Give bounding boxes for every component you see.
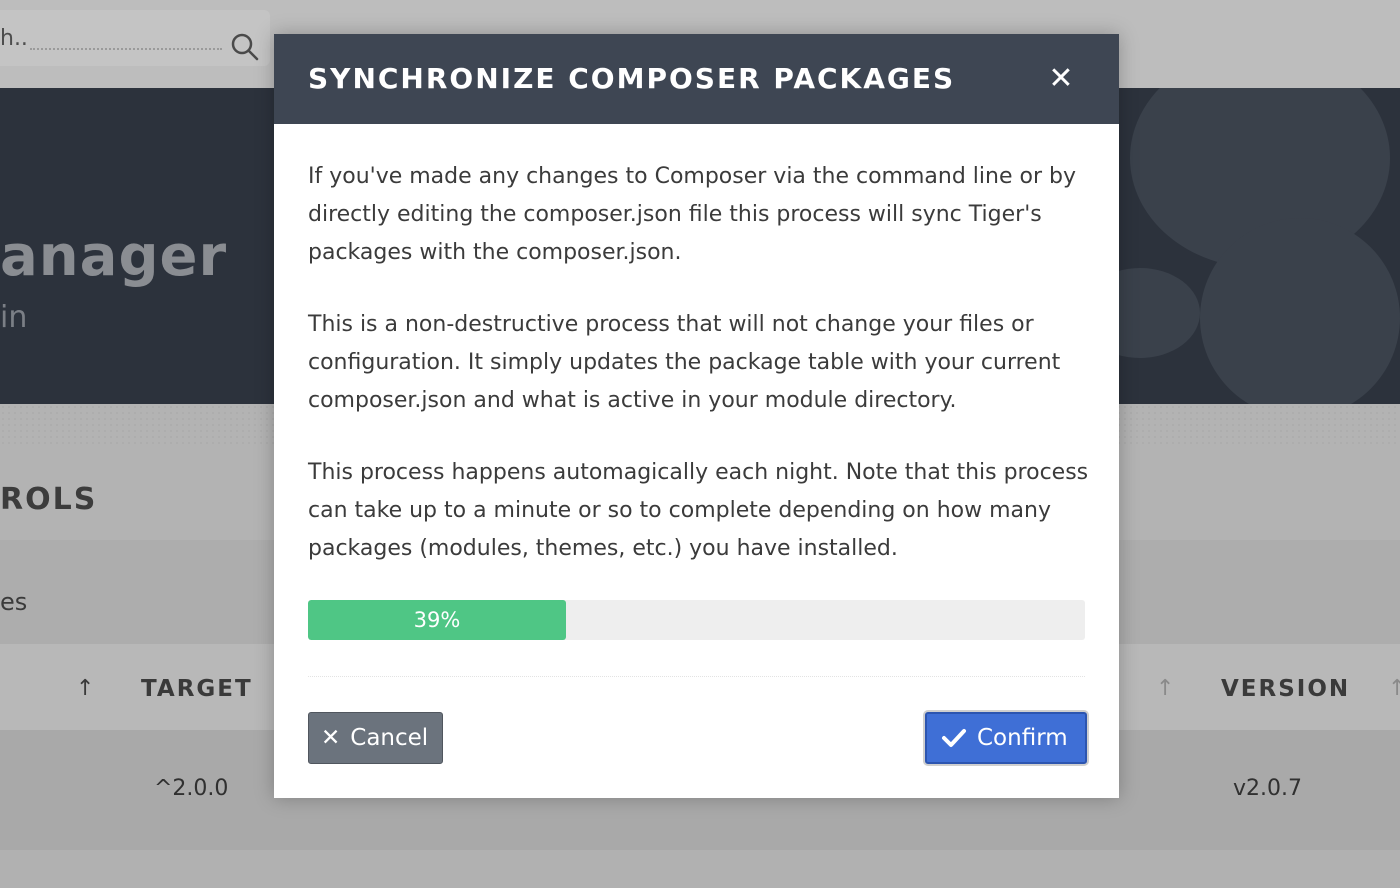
sync-modal: SYNCHRONIZE COMPOSER PACKAGES ✕ If you'v… <box>274 34 1119 798</box>
modal-paragraph: If you've made any changes to Composer v… <box>308 164 1076 265</box>
checkmark-icon <box>942 729 966 747</box>
section-title: ROLS <box>0 482 98 517</box>
cell-version: v2.0.7 <box>1233 776 1302 801</box>
subtab-label[interactable]: es <box>0 588 27 616</box>
modal-paragraph: This is a non-destructive process that w… <box>308 312 1061 413</box>
table-row <box>0 850 1400 888</box>
modal-body: If you've made any changes to Composer v… <box>308 158 1090 602</box>
progress-fill: 39% <box>308 600 566 640</box>
confirm-label: Confirm <box>977 725 1068 751</box>
x-icon: ✕ <box>321 725 341 751</box>
progress-bar: 39% <box>308 600 1085 640</box>
sort-arrow-icon[interactable]: ↑ <box>76 676 94 701</box>
modal-header: SYNCHRONIZE COMPOSER PACKAGES ✕ <box>274 34 1119 124</box>
sort-arrow-icon[interactable]: ↑ <box>1388 676 1400 701</box>
page-title: anager <box>0 224 228 289</box>
divider <box>308 676 1085 677</box>
search-input[interactable]: h.. <box>0 26 28 51</box>
cancel-button[interactable]: ✕ Cancel <box>308 712 443 764</box>
cell-target: ^2.0.0 <box>154 776 229 801</box>
modal-paragraph: This process happens automagically each … <box>308 460 1089 561</box>
confirm-button[interactable]: Confirm <box>925 712 1087 764</box>
search-icon[interactable] <box>228 30 262 64</box>
search-underline <box>30 48 222 50</box>
sort-arrow-icon[interactable]: ↑ <box>1156 676 1174 701</box>
column-header-target[interactable]: TARGET <box>141 676 253 702</box>
cancel-label: Cancel <box>350 725 429 751</box>
column-header-version[interactable]: VERSION <box>1221 676 1350 702</box>
modal-title: SYNCHRONIZE COMPOSER PACKAGES <box>308 62 956 95</box>
close-icon[interactable]: ✕ <box>1044 62 1078 96</box>
page-subtitle: in <box>0 300 28 335</box>
search-box[interactable]: h.. <box>0 10 270 66</box>
